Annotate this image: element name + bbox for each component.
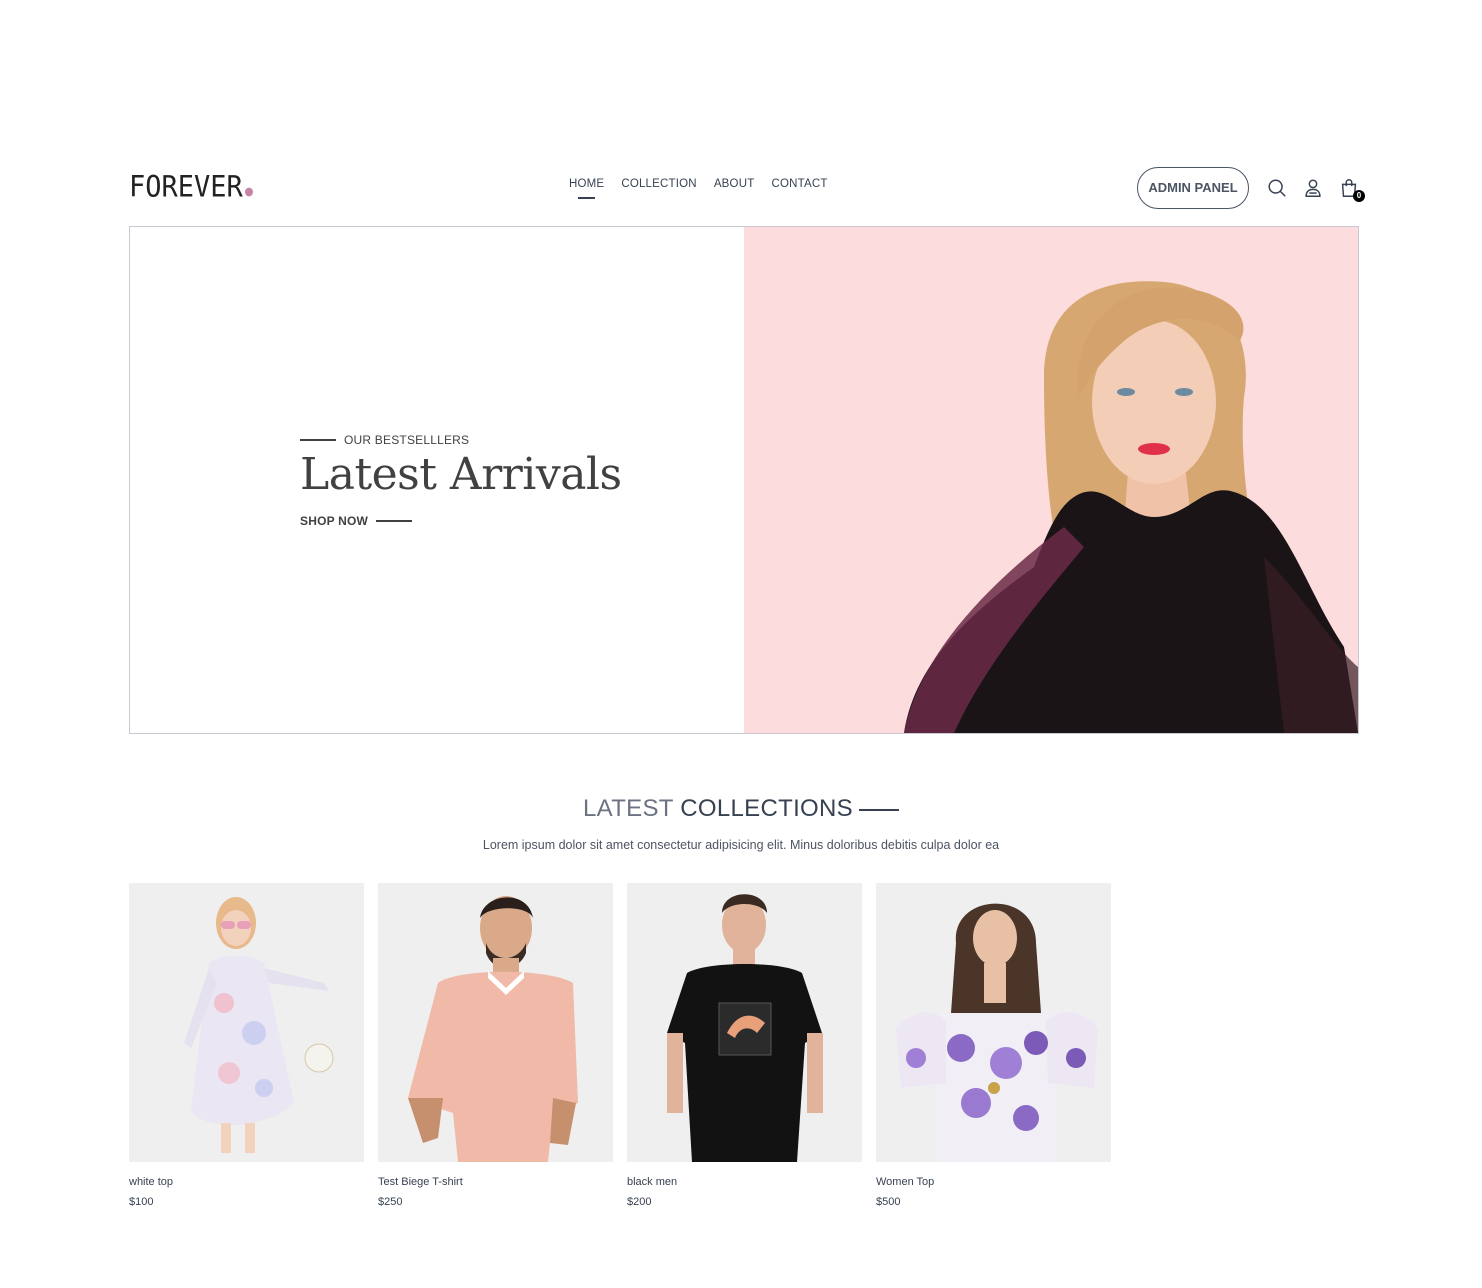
product-card[interactable]: Women Top $500 xyxy=(876,883,1111,1208)
hero-model-image xyxy=(904,281,1358,733)
hero-divider-line xyxy=(300,439,336,441)
product-image xyxy=(378,883,613,1162)
product-image xyxy=(129,883,364,1162)
shop-now-link[interactable]: SHOP NOW xyxy=(300,514,413,528)
product-card[interactable]: Test Biege T-shirt $250 xyxy=(378,883,613,1208)
product-price: $250 xyxy=(378,1196,403,1208)
search-icon[interactable] xyxy=(1266,177,1288,199)
nav-link-home[interactable]: HOME xyxy=(569,178,604,199)
latest-collections-title: LATEST COLLECTIONS xyxy=(0,795,1482,823)
product-grid: white top $100 Test Biege T-shirt $250 b… xyxy=(129,883,1111,1208)
brand-name: FOREVER xyxy=(129,170,243,205)
cart-icon[interactable]: 0 xyxy=(1338,177,1365,202)
navbar: FOREVER HOME COLLECTION ABOUT CONTACT AD… xyxy=(129,160,1365,216)
product-image xyxy=(876,883,1111,1162)
title-line xyxy=(858,808,899,811)
nav-link-about[interactable]: ABOUT xyxy=(714,178,755,190)
product-price: $500 xyxy=(876,1196,901,1208)
product-image xyxy=(627,883,862,1162)
hero-text-panel: OUR BESTSELLLERS Latest Arrivals SHOP NO… xyxy=(130,227,744,733)
title-bold: COLLECTIONS xyxy=(680,795,853,822)
collections-description: Lorem ipsum dolor sit amet consectetur a… xyxy=(482,838,1000,852)
hero-title: Latest Arrivals xyxy=(300,449,622,500)
hero-subtitle-row: OUR BESTSELLLERS xyxy=(300,433,469,447)
nav-link-contact[interactable]: CONTACT xyxy=(771,178,827,190)
profile-icon[interactable] xyxy=(1302,177,1324,199)
shop-now-line xyxy=(376,520,413,522)
product-card[interactable]: white top $100 xyxy=(129,883,364,1208)
hero-image xyxy=(744,227,1358,733)
product-name: Women Top xyxy=(876,1176,935,1188)
product-card[interactable]: black men $200 xyxy=(627,883,862,1208)
hero-subtitle: OUR BESTSELLLERS xyxy=(344,433,470,447)
product-price: $200 xyxy=(627,1196,652,1208)
nav-link-collection[interactable]: COLLECTION xyxy=(621,178,697,190)
admin-panel-button[interactable]: ADMIN PANEL xyxy=(1137,167,1249,209)
product-name: white top xyxy=(129,1176,174,1188)
hero-banner: OUR BESTSELLLERS Latest Arrivals SHOP NO… xyxy=(129,226,1359,734)
product-price: $100 xyxy=(129,1196,154,1208)
logo-dot xyxy=(244,187,253,197)
product-name: Test Biege T-shirt xyxy=(378,1176,463,1188)
cart-count-badge: 0 xyxy=(1353,190,1365,202)
brand-logo[interactable]: FOREVER xyxy=(129,170,253,204)
shop-now-label: SHOP NOW xyxy=(300,514,369,528)
nav-links: HOME COLLECTION ABOUT CONTACT xyxy=(569,178,828,199)
product-name: black men xyxy=(627,1176,678,1188)
title-light: LATEST xyxy=(583,795,674,822)
